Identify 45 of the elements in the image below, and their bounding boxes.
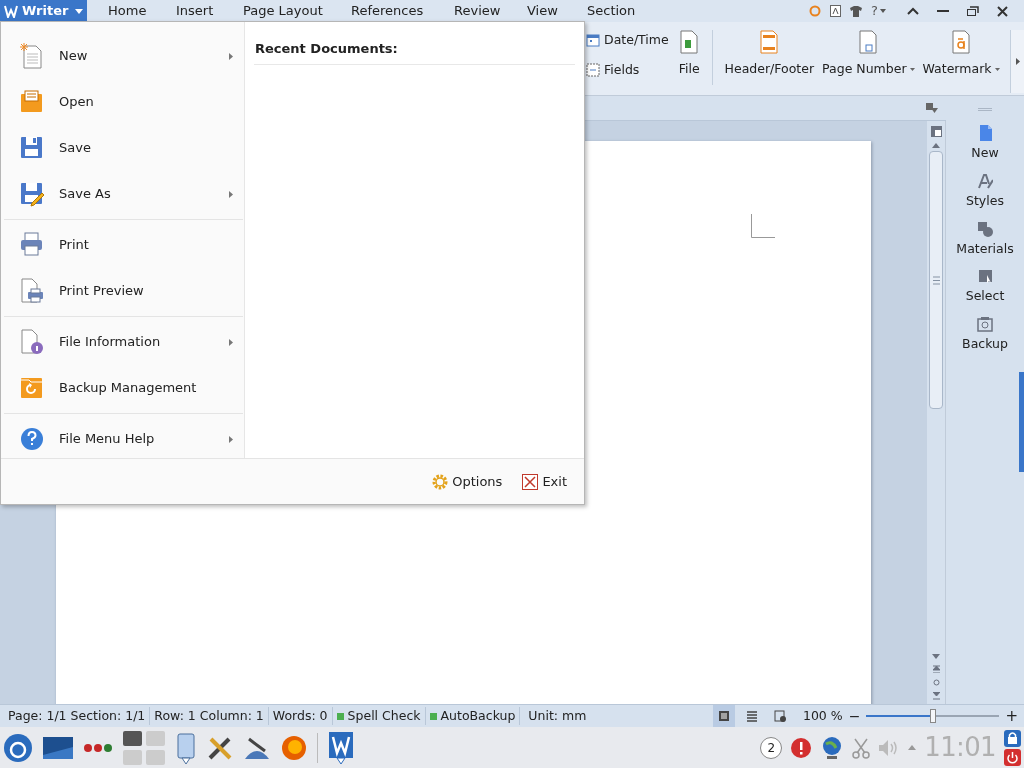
file-menu-item[interactable]: Backup Management: [4, 365, 243, 411]
menu-tab[interactable]: Insert: [176, 0, 243, 22]
side-panel-button[interactable]: Select: [965, 268, 1005, 306]
help-button[interactable]: ?: [871, 1, 886, 21]
zoom-text: 100 %: [802, 706, 843, 725]
ribbon-button[interactable]: Date/Time: [586, 30, 669, 50]
menu-tab[interactable]: View: [527, 0, 587, 22]
ribbon-button[interactable]: File: [674, 30, 704, 95]
side-panel-button[interactable]: New: [971, 125, 999, 163]
status-toggle[interactable]: AutoBackup: [429, 706, 516, 726]
status-toggle[interactable]: Spell Check: [336, 706, 421, 726]
file-menu-item[interactable]: File Menu Help: [4, 416, 243, 462]
side-panel-button[interactable]: Materials: [956, 220, 1014, 259]
file-menu-item[interactable]: Save As: [4, 171, 243, 217]
recent-documents-heading: Recent Documents:: [254, 39, 575, 65]
status-text: Page: 1/1: [8, 706, 67, 725]
menu-tab[interactable]: Section: [587, 0, 647, 22]
app-menu-button[interactable]: Writer: [0, 0, 87, 22]
file-menu-item[interactable]: Print: [4, 222, 243, 268]
file-menu-item[interactable]: Open: [4, 79, 243, 125]
file-menu-item[interactable]: File Information: [4, 319, 243, 365]
notification-count: 2: [760, 736, 783, 759]
exit-button[interactable]: Exit: [522, 471, 567, 492]
zoom-in-button[interactable]: +: [1005, 704, 1024, 728]
file-menu-item[interactable]: Save: [4, 125, 243, 171]
status-text: Column: 1: [199, 706, 264, 725]
menu-tab[interactable]: Review: [454, 0, 527, 22]
status-text: Row: 1: [154, 706, 196, 725]
side-panel-button[interactable]: Backup: [962, 316, 1008, 354]
menu-tab[interactable]: Page Layout: [243, 0, 351, 22]
ribbon-button[interactable]: Page Number: [818, 30, 919, 95]
file-menu-item[interactable]: Print Preview: [4, 268, 243, 314]
menu-tab[interactable]: Home: [108, 0, 176, 22]
options-button[interactable]: Options: [432, 471, 503, 492]
status-text: Unit: mm: [528, 706, 587, 725]
status-text: Section: 1/1: [70, 706, 146, 725]
ribbon-button[interactable]: Watermark: [918, 30, 1004, 95]
side-panel-button[interactable]: Styles: [966, 172, 1004, 211]
status-text: Words: 0: [272, 706, 328, 725]
clock: 11:01: [924, 731, 996, 764]
file-menu-item[interactable]: New: [4, 33, 243, 79]
menu-tab[interactable]: References: [351, 0, 454, 22]
ribbon-button[interactable]: Header/Footer: [720, 30, 819, 95]
ribbon-button[interactable]: Fields: [586, 60, 669, 80]
zoom-out-button[interactable]: −: [848, 705, 861, 727]
